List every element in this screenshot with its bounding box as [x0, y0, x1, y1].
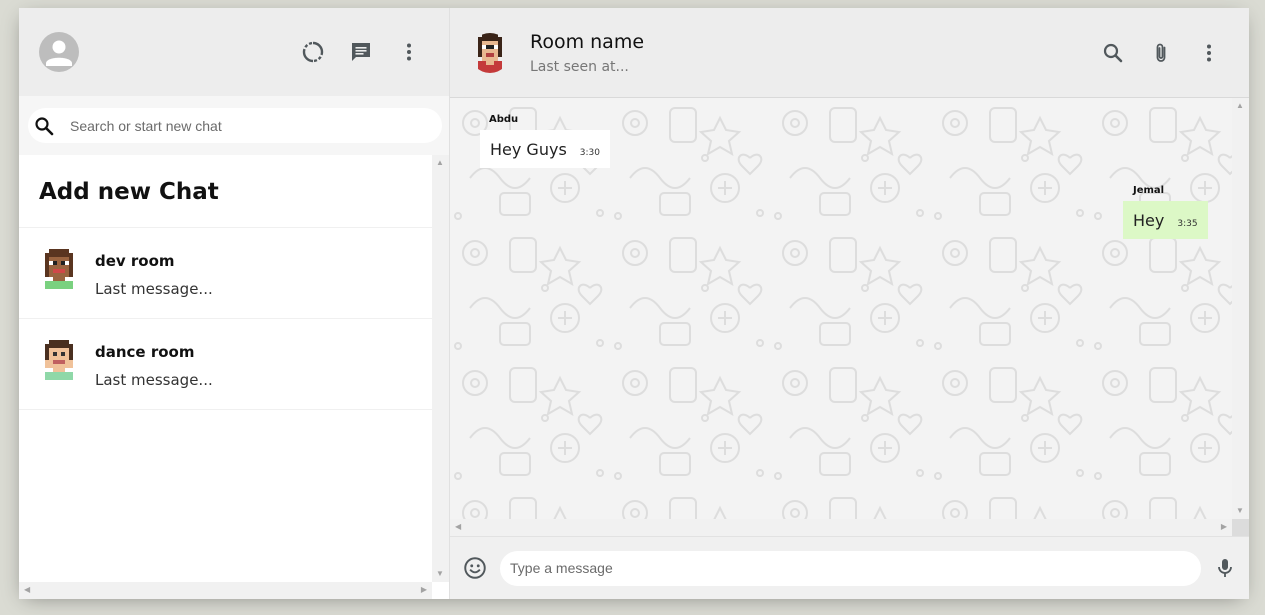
chat-item-dance-room[interactable]: dance room Last message... — [19, 319, 433, 410]
message-text: Hey — [1133, 211, 1165, 230]
person-icon — [46, 40, 72, 66]
emoji-icon[interactable] — [462, 555, 488, 581]
room-info: Room name Last seen at... — [530, 31, 1089, 75]
chat-horizontal-scrollbar[interactable]: ◀ ▶ — [450, 519, 1232, 536]
chat-list-vertical-scrollbar[interactable]: ▲ ▼ — [432, 155, 449, 582]
scroll-right-arrow-icon[interactable]: ▶ — [421, 586, 427, 594]
search-box — [28, 108, 442, 143]
sidebar: Add new Chat — [19, 8, 450, 599]
scroll-left-arrow-icon[interactable]: ◀ — [455, 523, 461, 531]
chat-last-message: Last message... — [95, 371, 213, 389]
scrollbar-corner — [1232, 519, 1249, 536]
message-time: 3:35 — [1177, 219, 1198, 229]
message-sender: Jemal — [1133, 185, 1165, 196]
chat-last-message: Last message... — [95, 280, 213, 298]
room-avatar[interactable] — [470, 32, 510, 73]
search-input[interactable] — [70, 117, 370, 134]
search-container — [19, 96, 449, 155]
chat-header-actions — [1089, 29, 1233, 77]
status-button[interactable] — [289, 28, 337, 76]
chat-name: dev room — [95, 252, 175, 270]
chat-menu-button[interactable] — [1185, 29, 1233, 77]
scroll-up-arrow-icon[interactable]: ▲ — [1236, 102, 1244, 110]
new-chat-button[interactable] — [337, 28, 385, 76]
message-input[interactable] — [510, 560, 1190, 576]
chat-avatar — [45, 249, 73, 289]
message-input-box — [500, 550, 1201, 586]
scroll-up-arrow-icon[interactable]: ▲ — [436, 159, 444, 167]
sidebar-header-actions — [289, 28, 433, 76]
room-name: Room name — [530, 30, 645, 53]
chat-footer — [450, 536, 1249, 599]
chat-header: Room name Last seen at... — [450, 8, 1249, 98]
scroll-right-arrow-icon[interactable]: ▶ — [1221, 523, 1227, 531]
sidebar-menu-button[interactable] — [385, 28, 433, 76]
chat-list-horizontal-scrollbar[interactable]: ◀ ▶ — [19, 582, 432, 599]
chat-info: dance room Last message... — [95, 339, 213, 389]
status-icon — [302, 41, 324, 63]
scroll-down-arrow-icon[interactable]: ▼ — [436, 570, 444, 578]
mic-icon[interactable] — [1213, 556, 1237, 580]
attach-button[interactable] — [1137, 29, 1185, 77]
search-icon — [1103, 43, 1123, 62]
scroll-down-arrow-icon[interactable]: ▼ — [1236, 507, 1244, 515]
message-text: Hey Guys — [490, 140, 567, 159]
chat-avatar — [45, 340, 73, 380]
add-new-chat-button[interactable]: Add new Chat — [19, 155, 433, 228]
user-avatar[interactable] — [39, 32, 79, 72]
chat-search-button[interactable] — [1089, 29, 1137, 77]
chat-body: Abdu Hey Guys 3:30 Jemal Hey 3:35 ▲ ▼ ◀ … — [450, 98, 1249, 536]
chat-name: dance room — [95, 343, 195, 361]
more-vert-icon — [1207, 44, 1211, 61]
whatsapp-clone-app: Add new Chat — [19, 8, 1249, 599]
search-icon — [35, 116, 54, 135]
sidebar-header — [19, 8, 449, 96]
chat-info: dev room Last message... — [95, 248, 213, 298]
chat-panel: Room name Last seen at... Abdu Hey Guys … — [450, 8, 1249, 599]
chat-vertical-scrollbar[interactable]: ▲ ▼ — [1232, 98, 1249, 519]
message-sender: Abdu — [489, 114, 519, 125]
more-vert-icon — [407, 43, 411, 61]
message-bubble-received: Hey Guys 3:30 — [480, 130, 610, 168]
scroll-left-arrow-icon[interactable]: ◀ — [24, 586, 30, 594]
message-bubble-sent: Hey 3:35 — [1123, 201, 1208, 239]
message-time: 3:30 — [579, 148, 600, 158]
chat-item-dev-room[interactable]: dev room Last message... — [19, 228, 433, 319]
new-chat-icon — [352, 43, 370, 61]
room-last-seen: Last seen at... — [530, 58, 629, 75]
attach-icon — [1156, 43, 1166, 62]
chat-list: Add new Chat dev room Last message... da… — [19, 155, 449, 599]
